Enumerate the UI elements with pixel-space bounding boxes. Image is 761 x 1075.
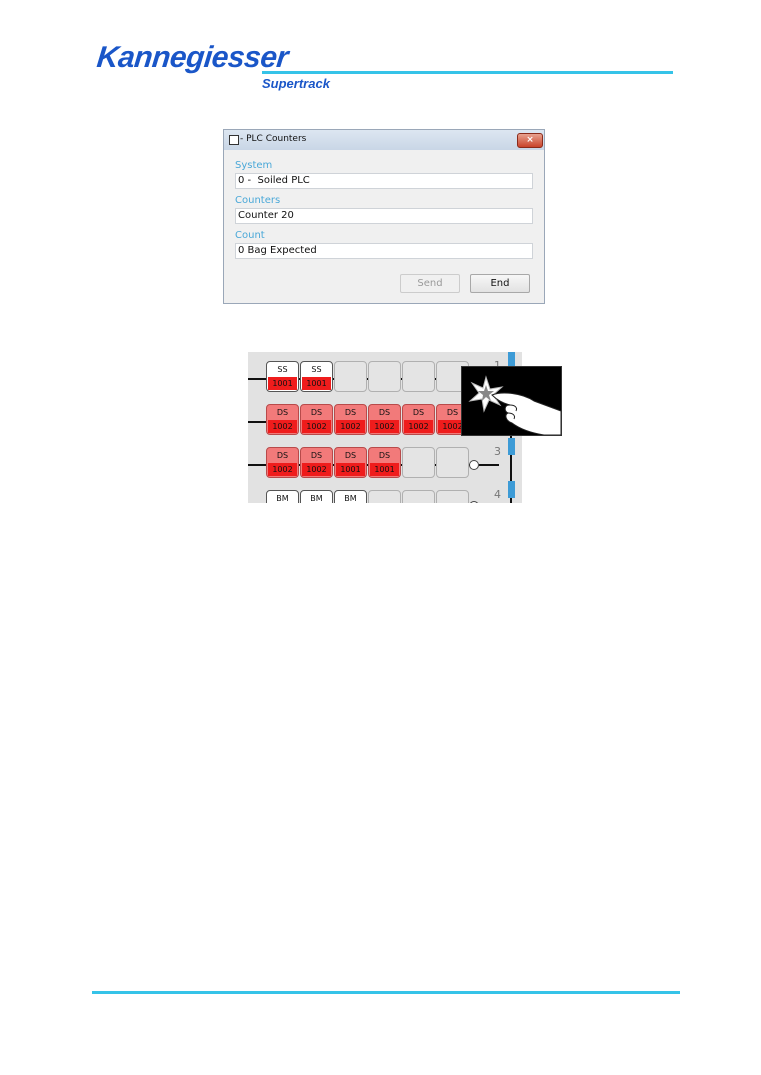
lane-number: 4: [494, 488, 501, 501]
lane-cell[interactable]: BM: [334, 490, 367, 503]
close-button[interactable]: ×: [517, 133, 543, 148]
lane-cell[interactable]: DS 1002: [334, 404, 367, 435]
cell-type: DS: [276, 408, 289, 417]
cell-type: DS: [344, 408, 357, 417]
lane-cell[interactable]: [436, 490, 469, 503]
lane-cell[interactable]: BM: [300, 490, 333, 503]
lane-cell[interactable]: [334, 361, 367, 392]
brand-logo: Kannegiesser Supertrack: [95, 40, 330, 91]
cell-id: 1001: [336, 463, 365, 476]
system-field[interactable]: 0 - Soiled PLC: [235, 173, 533, 189]
lane-cell[interactable]: [436, 447, 469, 478]
cell-id: 1002: [302, 463, 331, 476]
cell-type: SS: [311, 365, 322, 374]
plc-counters-dialog: - PLC Counters × System 0 - Soiled PLC C…: [223, 129, 545, 304]
touch-popup: [461, 366, 562, 436]
lane-cell[interactable]: [402, 447, 435, 478]
rail-marker: [508, 352, 515, 367]
cell-id: 1002: [268, 420, 297, 433]
cell-id: 1002: [404, 420, 433, 433]
lane-number: 3: [494, 445, 501, 458]
cell-type: BM: [276, 494, 289, 503]
cell-id: 1001: [370, 463, 399, 476]
cell-type: DS: [276, 451, 289, 460]
cell-id: 1001: [268, 377, 297, 390]
rail-marker: [508, 481, 515, 498]
conveyor-line: [248, 421, 266, 423]
valve-icon: [469, 460, 479, 470]
header-rule: [262, 71, 673, 74]
lane-cell[interactable]: DS 1002: [300, 404, 333, 435]
cell-id: 1002: [302, 420, 331, 433]
valve-icon: [469, 501, 479, 503]
lane-cell[interactable]: DS 1002: [266, 447, 299, 478]
system-label: System: [235, 160, 273, 171]
cell-type: BM: [344, 494, 357, 503]
counters-field[interactable]: Counter 20: [235, 208, 533, 224]
product-name: Supertrack: [262, 76, 330, 91]
cell-type: SS: [277, 365, 288, 374]
cell-type: DS: [310, 451, 323, 460]
lane-cell[interactable]: [402, 490, 435, 503]
lane-cell[interactable]: DS 1001: [334, 447, 367, 478]
cell-id: 1002: [370, 420, 399, 433]
lane-cell[interactable]: BM: [266, 490, 299, 503]
hand-pointing-star-icon: [468, 375, 562, 436]
lane-cell[interactable]: DS 1002: [266, 404, 299, 435]
lane-cell[interactable]: [402, 361, 435, 392]
cell-type: DS: [378, 408, 391, 417]
rail-marker: [508, 438, 515, 455]
send-button[interactable]: Send: [400, 274, 460, 293]
cell-id: 1002: [268, 463, 297, 476]
conveyor-line: [479, 464, 499, 466]
end-button[interactable]: End: [470, 274, 530, 293]
cell-id: 1002: [336, 420, 365, 433]
lane-cell[interactable]: DS 1002: [368, 404, 401, 435]
lane-cell[interactable]: SS 1001: [266, 361, 299, 392]
window-icon: [229, 135, 239, 145]
lane-cell[interactable]: [368, 361, 401, 392]
dialog-title: - PLC Counters: [240, 134, 307, 144]
lane-cell[interactable]: DS 1002: [402, 404, 435, 435]
cell-id: 1001: [302, 377, 331, 390]
counters-label: Counters: [235, 195, 281, 206]
lane-cell[interactable]: [368, 490, 401, 503]
dialog-titlebar: - PLC Counters ×: [224, 130, 544, 150]
lane-cell[interactable]: DS 1002: [300, 447, 333, 478]
footer-rule: [92, 991, 680, 994]
cell-type: BM: [310, 494, 323, 503]
cell-type: DS: [378, 451, 391, 460]
cell-type: DS: [344, 451, 357, 460]
lane-cell[interactable]: DS 1001: [368, 447, 401, 478]
count-label: Count: [235, 230, 265, 241]
cell-type: DS: [412, 408, 425, 417]
count-field[interactable]: 0 Bag Expected: [235, 243, 533, 259]
brand-name: Kannegiesser: [95, 41, 290, 74]
lane-cell[interactable]: SS 1001: [300, 361, 333, 392]
cell-type: DS: [310, 408, 323, 417]
